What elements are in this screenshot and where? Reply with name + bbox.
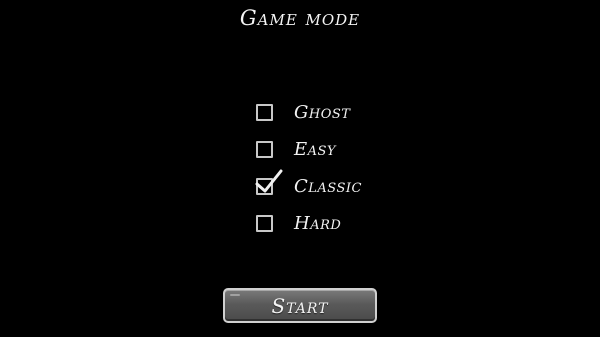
button-shine	[230, 294, 240, 296]
checkbox-ghost[interactable]	[256, 104, 273, 121]
option-ghost[interactable]: Ghost	[254, 94, 454, 131]
option-label-easy: Easy	[294, 139, 337, 160]
option-label-ghost: Ghost	[294, 102, 351, 123]
game-mode-options: Ghost Easy Classic Hard	[254, 94, 454, 242]
option-easy[interactable]: Easy	[254, 131, 454, 168]
checkbox-easy[interactable]	[256, 141, 273, 158]
option-hard[interactable]: Hard	[254, 205, 454, 242]
checkbox-classic[interactable]	[255, 169, 283, 195]
start-button-label: Start	[271, 293, 329, 318]
page-title: Game mode	[239, 6, 361, 30]
option-classic[interactable]: Classic	[254, 168, 454, 205]
checkbox-hard[interactable]	[256, 215, 273, 232]
start-button[interactable]: Start	[223, 288, 377, 323]
checkmark-icon	[255, 169, 283, 193]
option-label-classic: Classic	[294, 176, 362, 197]
option-label-hard: Hard	[294, 213, 342, 234]
